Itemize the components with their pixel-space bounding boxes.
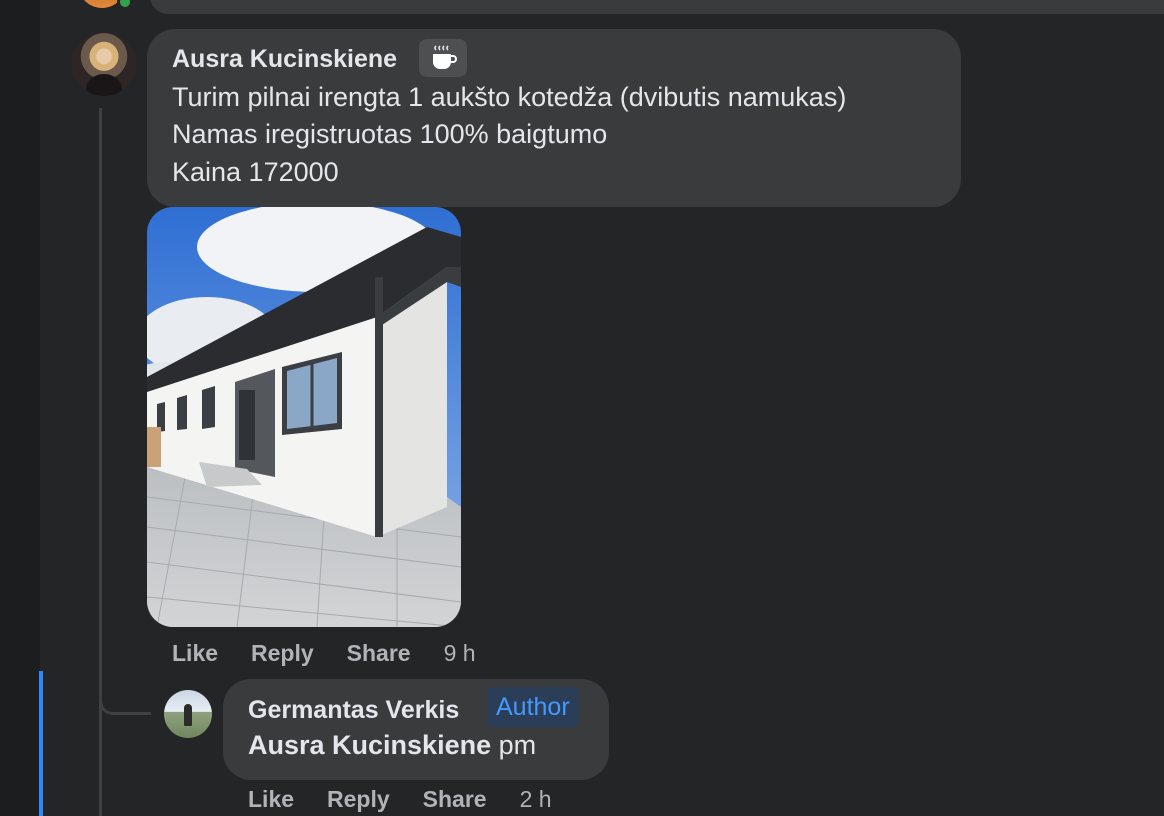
reply-button[interactable]: Reply — [327, 786, 390, 813]
like-button[interactable]: Like — [248, 786, 294, 813]
reply-message: pm — [498, 730, 537, 760]
reply-actions: Like Reply Share 2 h — [248, 786, 585, 813]
comment-timestamp[interactable]: 9 h — [444, 640, 476, 667]
mention-link[interactable]: Ausra Kucinskiene — [248, 730, 491, 760]
reply-author-name[interactable]: Germantas Verkis — [248, 696, 459, 725]
reply-button[interactable]: Reply — [251, 640, 314, 667]
attached-house-photo[interactable] — [147, 207, 461, 627]
comment-thread: Ausra Kucinskiene Turim pilnai irengta 1… — [0, 0, 1164, 816]
author-badge: Author — [487, 687, 579, 727]
reply-timestamp[interactable]: 2 h — [520, 786, 552, 813]
comment-author-name[interactable]: Ausra Kucinskiene — [172, 45, 397, 74]
reply-author-avatar[interactable] — [164, 690, 212, 738]
thread-highlight-bar — [39, 671, 43, 816]
share-button[interactable]: Share — [347, 640, 411, 667]
reply-bubble: Germantas Verkis Author Ausra Kucinskien… — [223, 679, 609, 780]
previous-comment-bubble[interactable] — [150, 0, 1164, 14]
comment-actions: Like Reply Share 9 h — [172, 640, 509, 667]
reply-text: Ausra Kucinskiene pm — [248, 730, 536, 761]
reply-connector-curve — [99, 675, 151, 715]
share-button[interactable]: Share — [423, 786, 487, 813]
left-rail — [0, 0, 40, 816]
comment-text-line: Namas iregistruotas 100% baigtumo — [172, 119, 608, 149]
avatar-figure — [184, 704, 192, 726]
coffee-cup-icon[interactable] — [419, 39, 467, 77]
avatar-figure — [86, 74, 122, 96]
comment-bubble: Ausra Kucinskiene Turim pilnai irengta 1… — [147, 29, 961, 207]
comment-text-line: Kaina 172000 — [172, 157, 339, 187]
online-status-dot — [117, 0, 133, 10]
like-button[interactable]: Like — [172, 640, 218, 667]
comment-text-line: Turim pilnai irengta 1 aukšto kotedža (d… — [172, 82, 847, 112]
commenter-avatar[interactable] — [72, 32, 136, 96]
